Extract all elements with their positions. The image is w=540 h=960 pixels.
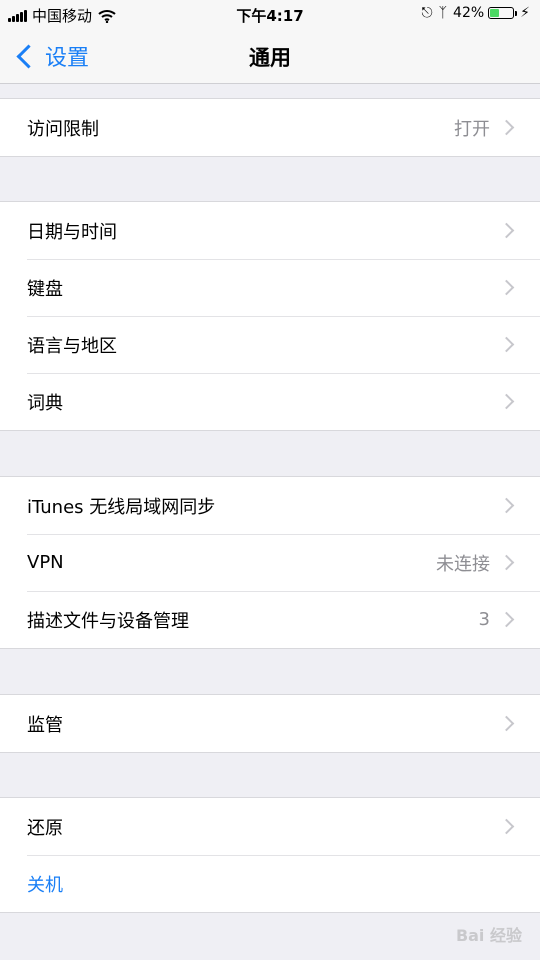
group-system: 日期与时间 键盘 语言与地区 词典: [0, 201, 540, 431]
row-label: iTunes 无线局域网同步: [27, 496, 216, 518]
row-keyboard[interactable]: 键盘: [0, 259, 540, 316]
chevron-right-icon: [498, 611, 515, 628]
chevron-right-icon: [498, 715, 515, 732]
status-bar: 中国移动 下午4:17 ⎋ ᛉ 42% ⚡: [0, 0, 540, 30]
row-dictionary[interactable]: 词典: [0, 373, 540, 430]
battery-percent: 42%: [453, 5, 485, 21]
rotation-lock-icon: ⎋: [421, 5, 433, 21]
chevron-right-icon: [498, 393, 515, 410]
battery-icon: [488, 7, 515, 19]
row-label: 描述文件与设备管理: [27, 610, 189, 632]
row-reset[interactable]: 还原: [0, 798, 540, 855]
group-supervision: 监管: [0, 694, 540, 753]
chevron-right-icon: [498, 336, 515, 353]
group-restrictions: 访问限制 打开: [0, 98, 540, 157]
row-vpn[interactable]: VPN 未连接: [0, 534, 540, 591]
chevron-right-icon: [498, 497, 515, 514]
row-label: 语言与地区: [27, 335, 117, 357]
page-title: 通用: [249, 46, 291, 70]
battery-nub: [515, 10, 518, 16]
row-label: 词典: [27, 392, 63, 414]
row-label: 日期与时间: [27, 221, 117, 243]
chevron-right-icon: [498, 554, 515, 571]
group-network: iTunes 无线局域网同步 VPN 未连接 描述文件与设备管理 3: [0, 476, 540, 649]
row-label: 监管: [27, 714, 63, 736]
row-value: 打开: [454, 118, 490, 140]
row-language-region[interactable]: 语言与地区: [0, 316, 540, 373]
row-value: 未连接: [436, 553, 490, 575]
shut-down-label: 关机: [27, 874, 63, 896]
row-profiles-device-management[interactable]: 描述文件与设备管理 3: [0, 591, 540, 648]
charging-icon: ⚡: [520, 5, 530, 21]
bluetooth-icon: ᛉ: [438, 5, 448, 21]
watermark: Bai 经验: [455, 926, 522, 945]
group-reset: 还原 关机: [0, 797, 540, 913]
chevron-right-icon: [498, 222, 515, 239]
row-restrictions[interactable]: 访问限制 打开: [0, 99, 540, 156]
row-date-time[interactable]: 日期与时间: [0, 202, 540, 259]
chevron-right-icon: [498, 119, 515, 136]
row-label: 还原: [27, 817, 63, 839]
row-supervision[interactable]: 监管: [0, 695, 540, 752]
battery-fill: [490, 9, 500, 17]
row-label: VPN: [27, 552, 64, 573]
chevron-right-icon: [498, 279, 515, 296]
row-value: 3: [478, 609, 490, 630]
row-label: 键盘: [27, 278, 63, 300]
navigation-bar: 设置 通用: [0, 30, 540, 84]
row-itunes-wifi-sync[interactable]: iTunes 无线局域网同步: [0, 477, 540, 534]
status-right: ⎋ ᛉ 42% ⚡: [416, 5, 530, 21]
chevron-right-icon: [498, 818, 515, 835]
row-shut-down[interactable]: 关机: [0, 855, 540, 912]
row-label: 访问限制: [27, 118, 99, 140]
